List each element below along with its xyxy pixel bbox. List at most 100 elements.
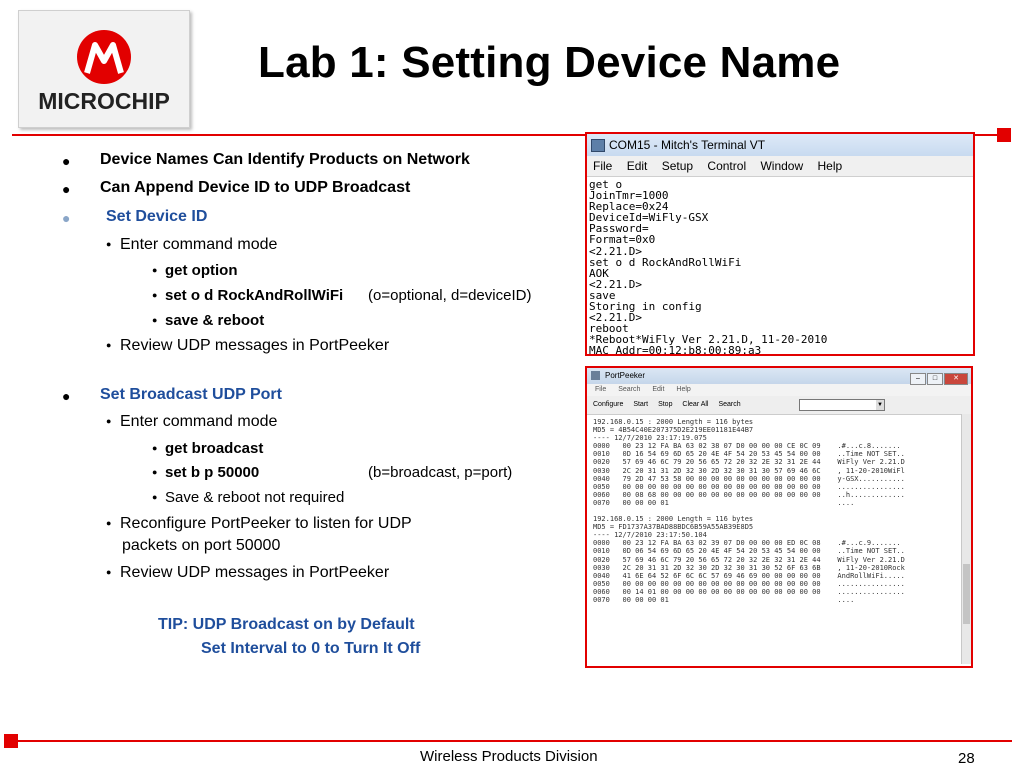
- packet-line: 0000 00 23 12 FA BA 63 02 38 07 D0 00 00…: [593, 442, 901, 451]
- portpeeker-titlebar: PortPeeker – □ ✕: [587, 368, 971, 386]
- pp-configure-button[interactable]: Configure: [593, 401, 623, 408]
- packet-line: 0000 00 23 12 FA BA 63 02 39 07 D0 00 00…: [593, 539, 901, 548]
- bottom-divider: [12, 740, 1012, 742]
- pp-stop-button[interactable]: Stop: [658, 401, 672, 408]
- pp-search-button[interactable]: Search: [718, 401, 740, 408]
- bullet-dot: ●: [152, 492, 158, 502]
- top-red-square: [997, 128, 1011, 142]
- cmd-set-o-d: set o d RockAndRollWiFi: [165, 287, 344, 304]
- page-number: 28: [958, 750, 975, 767]
- heading-set-broadcast-port: Set Broadcast UDP Port: [100, 386, 282, 403]
- bullet-dot: ●: [152, 443, 158, 453]
- bullet-append-id: Can Append Device ID to UDP Broadcast: [100, 179, 411, 196]
- portpeeker-app-icon: [591, 371, 600, 380]
- microchip-logo-icon: MICROCHIP: [38, 30, 170, 114]
- packet-line: 0060 00 08 68 00 00 00 00 00 00 00 00 00…: [593, 490, 905, 499]
- bullet-dot: ●: [106, 340, 112, 350]
- tip-line1: TIP: UDP Broadcast on by Default: [158, 616, 415, 633]
- close-icon[interactable]: ✕: [944, 373, 968, 385]
- maximize-icon[interactable]: □: [927, 373, 943, 385]
- portpeeker-log: 192.168.0.15 : 2000 Length = 116 bytes M…: [587, 415, 971, 607]
- bullet-dot: ●: [152, 290, 158, 300]
- bullet-dot: ●: [152, 315, 158, 325]
- packet-line: 0020 57 69 46 6C 79 20 56 65 72 20 32 2E…: [593, 458, 905, 467]
- pp-menu-help[interactable]: Help: [676, 386, 690, 393]
- packet-line: 0040 41 6E 64 52 6F 6C 6C 57 69 46 69 00…: [593, 571, 905, 580]
- footer-division: Wireless Products Division: [420, 748, 598, 765]
- packet-line: ---- 12/7/2010 23:17:19.075: [593, 434, 707, 443]
- packet-separator: [593, 507, 965, 515]
- packet-line: 0030 2C 20 31 31 2D 32 30 2D 32 30 31 30…: [593, 466, 905, 475]
- step-enter-command-mode-2: Enter command mode: [120, 413, 278, 430]
- packet-line: 0050 00 00 00 00 00 00 00 00 00 00 00 00…: [593, 482, 905, 491]
- microchip-logo: MICROCHIP: [18, 10, 190, 128]
- packet-line: 0070 00 00 00 01 ....: [593, 498, 855, 507]
- portpeeker-window: PortPeeker – □ ✕ File Search Edit Help Con…: [585, 366, 973, 668]
- tip-line2: Set Interval to 0 to Turn It Off: [201, 640, 421, 657]
- pp-menu-file[interactable]: File: [595, 386, 606, 393]
- pp-search-dropdown[interactable]: ▼: [799, 399, 885, 411]
- terminal-titlebar: COM15 - Mitch's Terminal VT: [587, 134, 973, 156]
- bullet-dot: ●: [106, 239, 112, 249]
- terminal-app-icon: [591, 139, 605, 152]
- cmd-get-option: get option: [165, 262, 238, 279]
- slide-title: Lab 1: Setting Device Name: [258, 38, 841, 87]
- cmd-save-reboot: save & reboot: [165, 312, 265, 329]
- terminal-menu-control[interactable]: Control: [707, 159, 746, 173]
- step-review-portpeeker: Review UDP messages in PortPeeker: [120, 337, 390, 354]
- window-controls: – □ ✕: [909, 370, 968, 386]
- packet-line: 0070 00 00 00 01 ....: [593, 595, 855, 604]
- terminal-line: set o d RockAndRollWiFi: [589, 255, 742, 269]
- packet-line: 0010 0D 16 54 69 6D 65 20 4E 4F 54 20 53…: [593, 450, 905, 459]
- packet-line: 0060 00 14 01 00 00 00 00 00 00 00 00 00…: [593, 587, 905, 596]
- portpeeker-scrollbar[interactable]: [961, 414, 971, 664]
- packet-line: 0020 57 69 46 6C 79 20 56 65 72 20 32 2E…: [593, 555, 905, 564]
- terminal-menu-help[interactable]: Help: [817, 159, 842, 173]
- terminal-window: COM15 - Mitch's Terminal VT File Edit Se…: [585, 132, 975, 356]
- packet-line: 0040 79 2D 47 53 58 00 00 00 00 00 00 00…: [593, 474, 905, 483]
- portpeeker-toolbar: Configure Start Stop Clear All Search ▼: [587, 396, 971, 415]
- minimize-icon[interactable]: –: [910, 373, 926, 385]
- bullet-dot: ●: [106, 518, 112, 528]
- pp-menu-edit[interactable]: Edit: [652, 386, 664, 393]
- cmd-set-b-p-note: (b=broadcast, p=port): [368, 464, 513, 481]
- terminal-menubar: File Edit Setup Control Window Help: [587, 156, 973, 177]
- terminal-line: MAC Addr=00:12:b8:00:89:a3: [589, 344, 762, 356]
- chevron-down-icon: ▼: [876, 400, 884, 410]
- portpeeker-title: PortPeeker: [605, 371, 646, 380]
- terminal-line: Storing in config: [589, 300, 702, 314]
- cmd-set-b-p: set b p 50000: [165, 464, 260, 481]
- bullet-dot: ●: [62, 181, 71, 197]
- terminal-menu-setup[interactable]: Setup: [662, 159, 693, 173]
- cmd-get-broadcast: get broadcast: [165, 440, 264, 457]
- terminal-line: <2.21.D>: [589, 244, 642, 258]
- terminal-line: <2.21.D>: [589, 311, 642, 325]
- heading-set-device-id: Set Device ID: [106, 208, 208, 225]
- cmd-set-o-d-note: (o=optional, d=deviceID): [368, 287, 532, 304]
- pp-menu-search[interactable]: Search: [618, 386, 640, 393]
- bullet-dot: ●: [106, 416, 112, 426]
- terminal-menu-window[interactable]: Window: [760, 159, 803, 173]
- packet-line: MD5 = 4B54C40E207375D2E219EE01181E44B7: [593, 426, 754, 435]
- packet-line: 192.168.0.15 : 2000 Length = 116 bytes: [593, 418, 754, 426]
- step-reconfigure-line2: packets on port 50000: [122, 537, 281, 554]
- bullet-dot: ●: [106, 567, 112, 577]
- terminal-line: Format=0x0: [589, 233, 656, 247]
- pp-clear-all-button[interactable]: Clear All: [682, 401, 708, 408]
- step-review-portpeeker-2: Review UDP messages in PortPeeker: [120, 564, 390, 581]
- bullet-dot: ●: [152, 265, 158, 275]
- terminal-line: <2.21.D>: [589, 277, 642, 291]
- logo-text: MICROCHIP: [38, 88, 170, 114]
- terminal-menu-edit[interactable]: Edit: [627, 159, 648, 173]
- scrollbar-thumb[interactable]: [963, 564, 970, 624]
- bullet-dot: ●: [62, 388, 71, 404]
- packet-line: 0050 00 00 00 00 00 00 00 00 00 00 00 00…: [593, 579, 905, 588]
- terminal-line: AOK: [589, 266, 609, 280]
- bullet-device-names: Device Names Can Identify Products on Ne…: [100, 151, 470, 168]
- step-reconfigure-line1: Reconfigure PortPeeker to listen for UDP: [120, 515, 412, 532]
- bullet-dot: ●: [62, 210, 71, 226]
- pp-start-button[interactable]: Start: [633, 401, 648, 408]
- terminal-menu-file[interactable]: File: [593, 159, 612, 173]
- packet-line: MD5 = FD1737A37BAD88BDC6B59A55AB39E8D5: [593, 523, 754, 532]
- packet-line: ---- 12/7/2010 23:17:50.104: [593, 531, 707, 540]
